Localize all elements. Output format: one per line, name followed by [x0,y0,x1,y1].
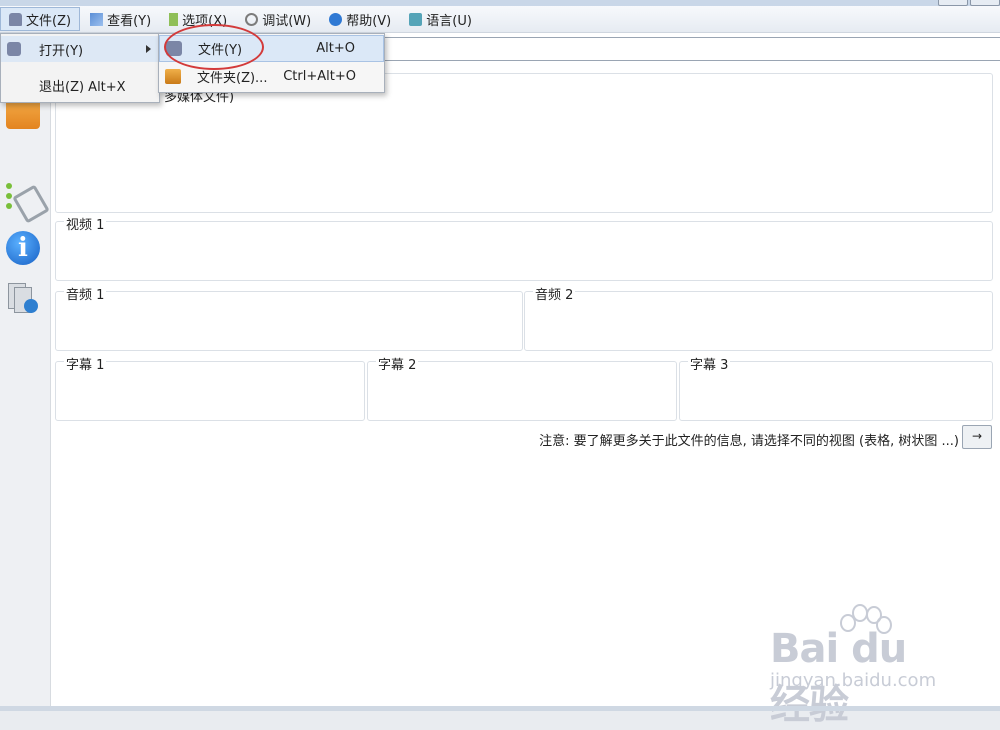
menu-view[interactable]: 查看(Y) [82,8,159,30]
bottom-border [0,706,1000,711]
bell-icon [166,41,182,56]
submenu-folder-label: 文件夹(Z)... [197,71,268,86]
sub3-label: 字幕 3 [688,354,731,373]
next-view-button[interactable]: → [962,425,992,449]
options-icon [169,12,179,26]
notice-text: 注意: 要了解更多关于此文件的信息, 请选择不同的视图 (表格, 树状图 ...… [539,434,959,449]
menu-language[interactable]: 语言(U) [401,8,480,30]
menu-item-open-label: 打开(Y) [39,43,84,59]
sub2-panel: 字幕 2 [367,354,677,421]
menu-help[interactable]: 帮助(V) [321,8,399,30]
file-menu-dropdown: 打开(Y) 退出(Z) Alt+X [0,33,160,103]
menu-options-label: 选项(X) [182,13,228,29]
view-icon [90,12,104,26]
sub2-label: 字幕 2 [376,354,419,373]
audio1-label: 音频 1 [64,284,107,303]
menu-help-label: 帮助(V) [346,13,392,29]
baidu-watermark: Bai du 经验 jingyan.baidu.com [770,604,950,728]
sub1-label: 字幕 1 [64,354,107,373]
audio2-label: 音频 2 [533,284,576,303]
menu-debug-label: 调试(W) [262,13,312,29]
video-panel: 视频 1 [55,214,993,281]
folder-icon [165,69,181,84]
open-submenu: 文件(Y) Alt+O 文件夹(Z)... Ctrl+Alt+O [158,33,385,93]
general-panel: 多媒体文件) [55,73,993,213]
menu-bar: 文件(Z) 查看(Y) 选项(X) 调试(W) 帮助(V) 语言(U) [0,6,1000,33]
audio1-panel: 音频 1 [55,284,523,351]
file-select-combo[interactable] [381,37,1000,61]
help-icon [329,12,343,26]
tree-view-icon[interactable] [6,183,50,224]
sub3-panel: 字幕 3 [679,354,993,421]
video-label: 视频 1 [64,214,107,233]
submenu-file-shortcut: Alt+O [316,41,355,56]
audio2-panel: 音频 2 [524,284,993,351]
submenu-folder-shortcut: Ctrl+Alt+O [283,69,356,84]
bell-icon [7,42,21,56]
info-icon[interactable]: i [6,231,40,265]
submenu-item-file[interactable]: 文件(Y) Alt+O [159,35,384,62]
bell-icon [9,12,22,26]
menu-debug[interactable]: 调试(W) [237,8,319,30]
language-icon [409,12,423,26]
menu-item-exit-label: 退出(Z) Alt+X [39,79,126,95]
menu-item-open[interactable]: 打开(Y) [1,36,159,62]
menu-options[interactable]: 选项(X) [161,8,235,30]
submenu-item-folder[interactable]: 文件夹(Z)... Ctrl+Alt+O [159,63,384,90]
debug-icon [245,12,259,26]
submenu-file-label: 文件(Y) [198,43,243,58]
watermark-url: jingyan.baidu.com [770,670,937,691]
files-icon[interactable] [6,281,40,315]
menu-language-label: 语言(U) [426,13,472,29]
left-toolbar: i [0,33,51,706]
menu-item-exit[interactable]: 退出(Z) Alt+X [1,72,159,98]
sub1-panel: 字幕 1 [55,354,365,421]
menu-file[interactable]: 文件(Z) [0,7,81,31]
menu-file-label: 文件(Z) [26,13,72,29]
chevron-right-icon [146,45,151,53]
menu-view-label: 查看(Y) [107,13,152,29]
